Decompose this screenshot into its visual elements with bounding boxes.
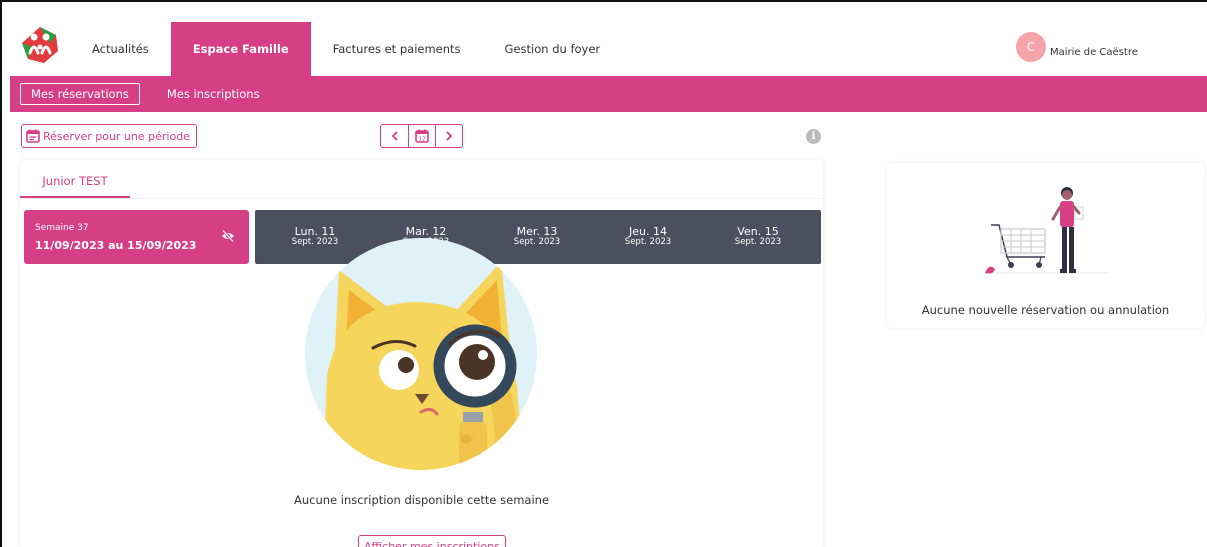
previous-week-button[interactable] bbox=[381, 125, 408, 147]
tab-mes-reservations[interactable]: Mes réservations bbox=[20, 83, 140, 105]
day-header-thursday: Jeu. 14 Sept. 2023 bbox=[608, 226, 688, 247]
day-month: Sept. 2023 bbox=[624, 237, 672, 247]
tab-child-junior-test[interactable]: Junior TEST bbox=[20, 166, 130, 198]
shopping-cart-illustration bbox=[985, 187, 1109, 274]
main-nav: Actualités Espace Famille Factures et pa… bbox=[70, 22, 622, 76]
week-selector[interactable]: Semaine 37 11/09/2023 au 15/09/2023 bbox=[24, 210, 249, 264]
main-card: Junior TEST Semaine 37 11/09/2023 au 15/… bbox=[20, 160, 823, 547]
day-month: Sept. 2023 bbox=[734, 237, 782, 247]
user-menu[interactable]: C Mairie de Caëstre bbox=[1016, 32, 1138, 62]
nav-item-espace-famille[interactable]: Espace Famille bbox=[170, 22, 311, 76]
calendar-picker-button[interactable]: 12 bbox=[408, 125, 435, 147]
nav-item-factures[interactable]: Factures et paiements bbox=[311, 22, 483, 76]
eye-slash-icon[interactable] bbox=[221, 229, 235, 243]
user-name[interactable]: Mairie de Caëstre bbox=[1050, 47, 1138, 58]
reserve-period-button[interactable]: Réserver pour une période bbox=[21, 124, 197, 148]
info-icon[interactable]: i bbox=[806, 129, 821, 144]
app-logo-icon[interactable] bbox=[20, 25, 60, 65]
cat-magnifier-illustration bbox=[305, 238, 537, 470]
week-date-range: 11/09/2023 au 15/09/2023 bbox=[35, 239, 197, 252]
chevron-left-icon bbox=[391, 131, 398, 141]
chevron-right-icon bbox=[446, 131, 453, 141]
top-bar: Actualités Espace Famille Factures et pa… bbox=[10, 22, 1207, 76]
day-header-friday: Ven. 15 Sept. 2023 bbox=[718, 226, 798, 247]
week-number: Semaine 37 bbox=[35, 223, 89, 233]
next-week-button[interactable] bbox=[435, 125, 462, 147]
sub-nav: Mes réservations Mes inscriptions bbox=[10, 76, 1207, 112]
calendar-icon bbox=[26, 129, 40, 143]
reserve-period-label: Réserver pour une période bbox=[43, 129, 190, 143]
show-inscriptions-button[interactable]: Afficher mes inscriptions bbox=[358, 535, 506, 547]
calendar-day-number: 12 bbox=[419, 137, 426, 143]
tab-divider bbox=[20, 198, 823, 199]
period-navigation: 12 bbox=[380, 124, 463, 148]
empty-state-text: Aucune inscription disponible cette sema… bbox=[293, 493, 550, 507]
nav-item-actualites[interactable]: Actualités bbox=[70, 22, 171, 76]
calendar-day-icon: 12 bbox=[415, 129, 429, 143]
reservations-summary-card: Aucune nouvelle réservation ou annulatio… bbox=[887, 163, 1204, 328]
no-new-reservation-text: Aucune nouvelle réservation ou annulatio… bbox=[921, 303, 1170, 317]
tab-mes-inscriptions[interactable]: Mes inscriptions bbox=[156, 83, 271, 105]
nav-item-gestion-foyer[interactable]: Gestion du foyer bbox=[483, 22, 623, 76]
avatar[interactable]: C bbox=[1016, 32, 1046, 62]
